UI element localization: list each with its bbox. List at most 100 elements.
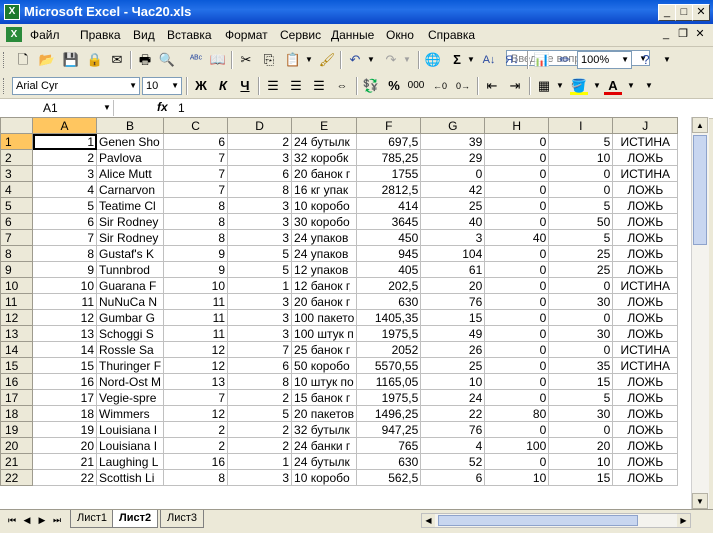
cell[interactable]: 3 — [32, 165, 97, 182]
insert-function-icon[interactable]: fx — [157, 100, 168, 114]
cell[interactable]: 13 — [163, 373, 229, 390]
cell[interactable]: 0 — [484, 213, 550, 230]
tab-sheet2[interactable]: Лист2 — [112, 510, 159, 528]
cell[interactable]: 0 — [548, 421, 614, 438]
column-header[interactable]: D — [227, 117, 293, 134]
cell[interactable]: 5 — [548, 229, 614, 246]
cell[interactable]: 0 — [548, 181, 614, 198]
minimize-button[interactable]: _ — [658, 4, 676, 21]
cell[interactable]: 32 коробк — [291, 149, 358, 166]
chevron-down-icon[interactable]: ▼ — [362, 51, 380, 69]
cell[interactable]: 3 — [227, 197, 293, 214]
cell[interactable]: 1 — [227, 277, 293, 294]
cell[interactable]: 8 — [32, 245, 97, 262]
cell[interactable]: ЛОЖЬ — [612, 261, 679, 278]
cell[interactable]: 3 — [227, 469, 293, 486]
new-icon[interactable]: 🗋 — [14, 51, 32, 69]
cell[interactable]: Nord-Ost M — [95, 373, 165, 390]
cell[interactable]: 1165,05 — [356, 373, 422, 390]
cell[interactable]: ЛОЖЬ — [612, 197, 679, 214]
menu-data[interactable]: Данные — [331, 28, 374, 42]
menu-file[interactable]: Файл — [30, 28, 60, 42]
cell[interactable]: 0 — [420, 165, 486, 182]
cell[interactable]: Louisiana I — [95, 421, 165, 438]
row-header[interactable]: 14 — [0, 341, 33, 358]
cell[interactable]: 3 — [227, 149, 293, 166]
bold-button[interactable]: Ж — [192, 77, 210, 95]
font-select[interactable]: Arial Cyr ▼ — [12, 77, 140, 95]
cell[interactable]: 2 — [227, 389, 293, 406]
cell[interactable]: 16 — [163, 453, 229, 470]
cell[interactable]: 0 — [484, 133, 550, 150]
cell[interactable]: 10 коробо — [291, 197, 358, 214]
cell[interactable]: 21 — [32, 453, 97, 470]
sort-descending-icon[interactable]: Я↓ — [503, 51, 521, 69]
row-header[interactable]: 8 — [0, 245, 33, 262]
cell[interactable]: 8 — [227, 373, 293, 390]
cell[interactable]: 40 — [484, 229, 550, 246]
cell[interactable]: 0 — [548, 341, 614, 358]
cell[interactable]: 11 — [32, 293, 97, 310]
scroll-right-icon[interactable]: ▶ — [677, 514, 690, 527]
row-header[interactable]: 3 — [0, 165, 33, 182]
cell[interactable]: 3 — [420, 229, 486, 246]
formula-input[interactable]: 1 — [178, 101, 185, 115]
format-painter-icon[interactable]: 🖌 — [318, 51, 336, 69]
toolbar-options-icon[interactable]: ▼ — [640, 77, 658, 95]
cell[interactable]: 11 — [163, 325, 229, 342]
cell[interactable]: 1 — [32, 133, 97, 150]
cell[interactable]: 6 — [163, 133, 229, 150]
vertical-scrollbar[interactable]: ▲ ▼ — [691, 117, 709, 509]
cell[interactable]: ЛОЖЬ — [612, 373, 679, 390]
scroll-up-icon[interactable]: ▲ — [692, 117, 708, 133]
column-header[interactable]: I — [548, 117, 614, 134]
row-header[interactable]: 12 — [0, 309, 33, 326]
increase-indent-icon[interactable]: ⇥ — [506, 77, 524, 95]
cell[interactable]: 12 банок г — [291, 277, 358, 294]
name-box[interactable]: A1 ▼ — [3, 100, 114, 116]
cell[interactable]: 20 — [32, 437, 97, 454]
close-button[interactable]: ✕ — [692, 4, 710, 21]
cell[interactable]: 630 — [356, 453, 422, 470]
cell[interactable]: Scottish Li — [95, 469, 165, 486]
tab-sheet1[interactable]: Лист1 — [70, 510, 115, 528]
cell[interactable]: 80 — [484, 405, 550, 422]
cell[interactable]: 30 — [548, 325, 614, 342]
cell[interactable]: 10 — [420, 373, 486, 390]
cell[interactable]: 6 — [420, 469, 486, 486]
cell[interactable]: 39 — [420, 133, 486, 150]
drawing-icon[interactable]: ✏ — [556, 51, 574, 69]
cell[interactable]: 0 — [484, 181, 550, 198]
tab-sheet3[interactable]: Лист3 — [160, 510, 205, 528]
cell[interactable]: 0 — [484, 149, 550, 166]
cell[interactable]: Guarana F — [95, 277, 165, 294]
chevron-down-icon[interactable]: ▼ — [300, 51, 318, 69]
cell[interactable]: 100 штук п — [291, 325, 358, 342]
cell[interactable]: 76 — [420, 421, 486, 438]
cell[interactable]: 11 — [163, 293, 229, 310]
align-left-icon[interactable]: ☰ — [264, 77, 282, 95]
row-header[interactable]: 11 — [0, 293, 33, 310]
cell[interactable]: 414 — [356, 197, 422, 214]
email-icon[interactable]: ✉ — [108, 51, 126, 69]
cell[interactable]: ЛОЖЬ — [612, 293, 679, 310]
cell[interactable]: 5 — [548, 197, 614, 214]
cell[interactable]: 10 коробо — [291, 469, 358, 486]
cell[interactable]: 4 — [32, 181, 97, 198]
cell[interactable]: 2 — [227, 133, 293, 150]
cell[interactable]: 2052 — [356, 341, 422, 358]
row-header[interactable]: 19 — [0, 421, 33, 438]
font-color-icon[interactable]: A — [604, 77, 622, 95]
cell[interactable]: 50 коробо — [291, 357, 358, 374]
column-header[interactable]: G — [420, 117, 486, 134]
cell[interactable]: ЛОЖЬ — [612, 213, 679, 230]
cell[interactable]: 0 — [484, 165, 550, 182]
cell[interactable]: 202,5 — [356, 277, 422, 294]
cell[interactable]: 7 — [163, 389, 229, 406]
cell[interactable]: 16 кг упак — [291, 181, 358, 198]
cell[interactable]: 25 — [548, 245, 614, 262]
cell[interactable]: ЛОЖЬ — [612, 389, 679, 406]
cell[interactable]: 2812,5 — [356, 181, 422, 198]
cell[interactable]: 20 банок г — [291, 165, 358, 182]
underline-button[interactable]: Ч — [236, 77, 254, 95]
